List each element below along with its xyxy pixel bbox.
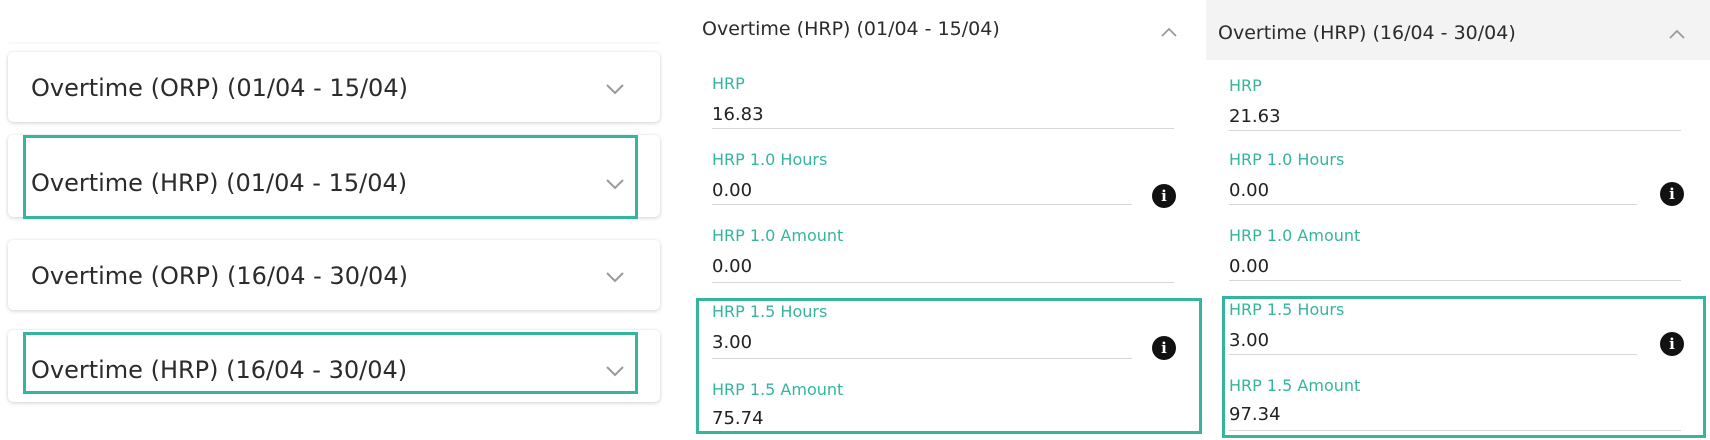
field-value-hrp-1-0-amount[interactable]: 0.00 xyxy=(712,256,752,277)
field-label-hrp-1-0-amount: HRP 1.0 Amount xyxy=(712,226,844,245)
chevron-down-icon[interactable] xyxy=(604,78,626,100)
highlight-box xyxy=(696,298,1202,434)
highlight-box xyxy=(23,332,638,394)
field-label-hrp-1-0-amount: HRP 1.0 Amount xyxy=(1229,226,1361,245)
field-value-hrp[interactable]: 21.63 xyxy=(1229,106,1281,127)
accordion-item-title: Overtime (ORP) (16/04 - 30/04) xyxy=(31,262,408,290)
panel-header[interactable]: Overtime (HRP) (01/04 - 15/04) xyxy=(686,0,1206,60)
field-label-hrp: HRP xyxy=(712,74,745,93)
field-underline xyxy=(712,128,1174,129)
accordion-item-orp-16-30[interactable]: Overtime (ORP) (16/04 - 30/04) xyxy=(8,240,660,310)
panel-title: Overtime (HRP) (16/04 - 30/04) xyxy=(1218,22,1516,44)
field-label-hrp-1-0-hours: HRP 1.0 Hours xyxy=(712,150,828,169)
field-value-hrp-1-0-hours[interactable]: 0.00 xyxy=(1229,180,1269,201)
field-underline xyxy=(1229,130,1681,131)
field-label-hrp: HRP xyxy=(1229,76,1262,95)
info-icon[interactable]: i xyxy=(1152,184,1176,208)
field-underline xyxy=(712,204,1132,205)
field-underline xyxy=(712,282,1174,283)
field-label-hrp-1-0-hours: HRP 1.0 Hours xyxy=(1229,150,1345,169)
field-underline xyxy=(1229,280,1681,281)
accordion-item-title: Overtime (ORP) (01/04 - 15/04) xyxy=(31,74,408,102)
field-underline xyxy=(1229,204,1637,205)
panel-title: Overtime (HRP) (01/04 - 15/04) xyxy=(702,18,1000,40)
chevron-up-icon[interactable] xyxy=(1158,22,1180,44)
info-icon[interactable]: i xyxy=(1660,182,1684,206)
field-value-hrp-1-0-hours[interactable]: 0.00 xyxy=(712,180,752,201)
chevron-down-icon[interactable] xyxy=(604,266,626,288)
accordion-item-orp-01-15[interactable]: Overtime (ORP) (01/04 - 15/04) xyxy=(8,52,660,122)
highlight-box xyxy=(23,135,638,219)
field-value-hrp[interactable]: 16.83 xyxy=(712,104,764,125)
panel-header[interactable]: Overtime (HRP) (16/04 - 30/04) xyxy=(1206,0,1710,60)
accordion-top-edge xyxy=(8,38,660,42)
highlight-box xyxy=(1222,296,1706,438)
field-value-hrp-1-0-amount[interactable]: 0.00 xyxy=(1229,256,1269,277)
chevron-up-icon[interactable] xyxy=(1666,24,1688,46)
